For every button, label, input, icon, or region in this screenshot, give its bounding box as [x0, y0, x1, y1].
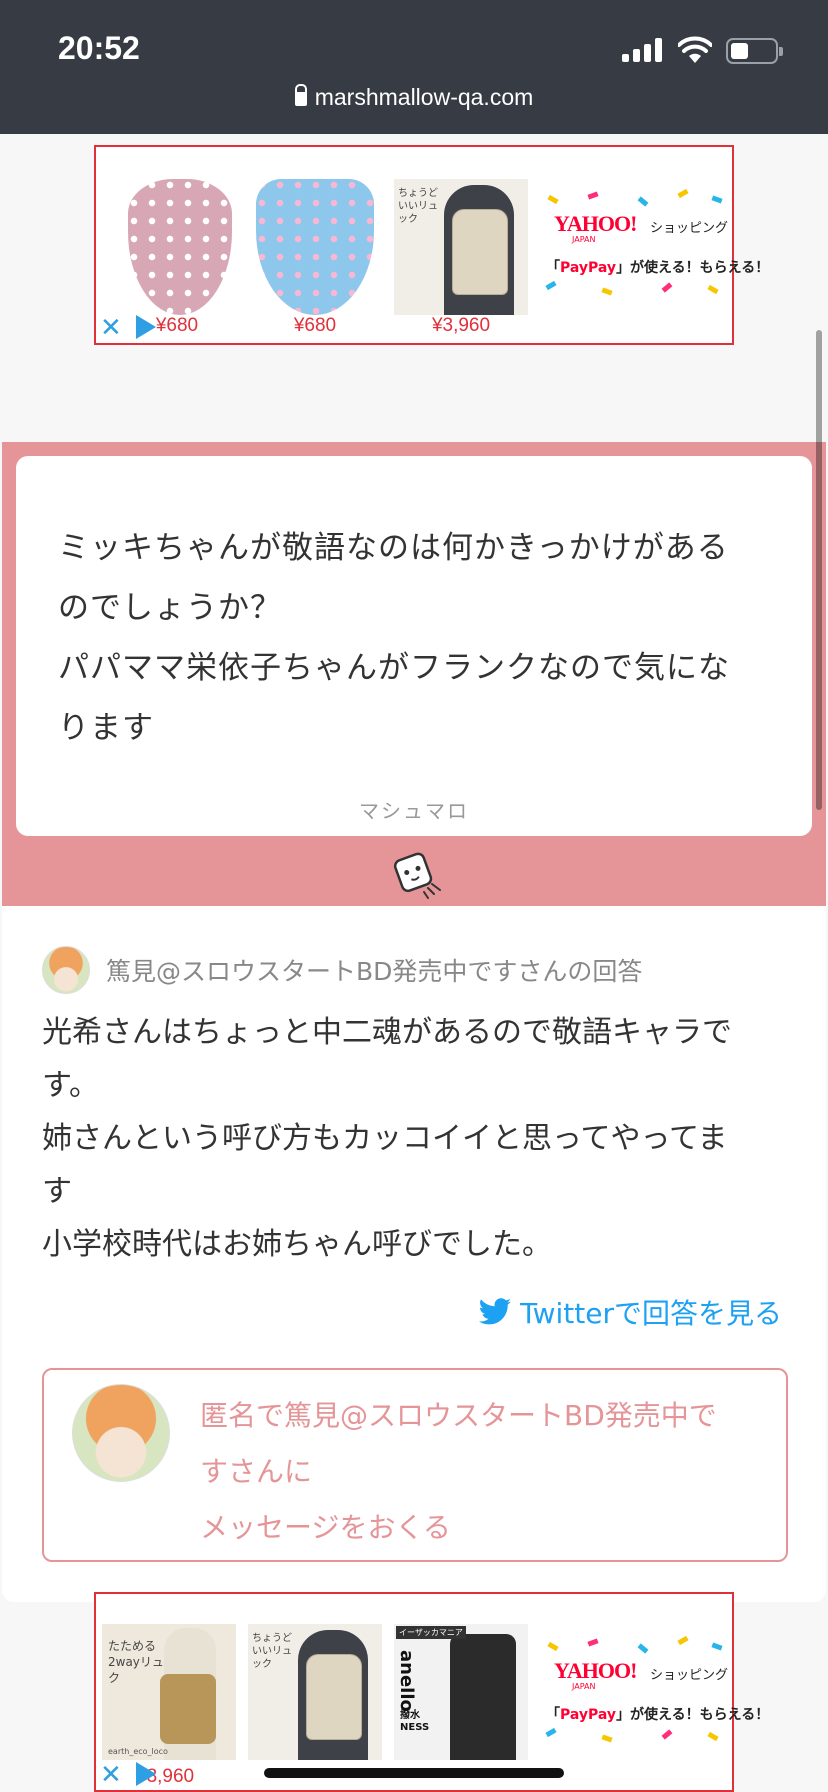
send-message-label: 匿名で篤見@スロウスタートBD発売中で すさんに メッセージをおくる — [200, 1399, 717, 1544]
status-icons — [622, 36, 792, 66]
ad-badge: イーザッカマニア — [396, 1626, 466, 1639]
status-time: 20:52 — [58, 30, 140, 66]
wifi-icon — [678, 36, 712, 63]
ad-brand: earth_eco_loco — [108, 1747, 168, 1756]
ad-product-backpack[interactable]: ちょうどいいリュック — [248, 1624, 382, 1760]
ad-product-anello-backpack[interactable]: anello 撥水 NESS イーザッカマニア — [394, 1624, 528, 1760]
question-section: ミッキちゃんが敬語なのは何かきっかけがある のでしょうか？ パパママ栄依子ちゃん… — [2, 442, 826, 906]
product-image: ちょうどいいリュック — [394, 179, 528, 315]
ad-tag: 撥水 NESS — [400, 1710, 430, 1733]
adchoices-play-icon[interactable] — [136, 1762, 156, 1786]
question-footer-brand: マシュマロ — [359, 799, 469, 823]
answer-text: 光希さんはちょっと中二魂があるので敬語キャラで す。 姉さんという呼び方もカッコ… — [42, 1015, 732, 1262]
lock-icon — [294, 84, 307, 106]
ad-banner-top[interactable]: ¥680 ¥680 ちょうどいいリュック ¥3,960 YAHOO! JAPAN — [94, 145, 769, 345]
page: 20:52 marshmallow-qa.com ¥680 ¥680 ちょうどい… — [0, 0, 828, 1792]
url-text: marshmallow-qa.com — [314, 84, 534, 110]
answer-card: 篤見@スロウスタートBD発売中ですさんの回答 光希さんはちょっと中二魂があるので… — [2, 906, 826, 1602]
ad-brand: anello — [396, 1650, 417, 1712]
yahoo-shopping-logo[interactable]: YAHOO! JAPAN ショッピング 「PayPay」が使える！もらえる！ — [542, 188, 769, 297]
yahoo-shopping-logo[interactable]: YAHOO! JAPAN ショッピング 「PayPay」が使える！もらえる！ — [542, 1635, 769, 1744]
marshmallow-mascot-icon — [393, 852, 441, 899]
ad-caption: ちょうどいいリュック — [398, 188, 438, 225]
twitter-link-label: Twitterで回答を見る — [520, 1297, 782, 1330]
ad-price: ¥680 — [293, 315, 337, 336]
ad-product-backpack[interactable]: ちょうどいいリュック — [394, 179, 528, 315]
avatar — [72, 1384, 170, 1482]
close-icon[interactable]: ✕ — [100, 315, 122, 341]
send-message-button[interactable]: 匿名で篤見@スロウスタートBD発売中で すさんに メッセージをおくる — [42, 1368, 788, 1562]
status-bar: 20:52 marshmallow-qa.com — [0, 0, 828, 134]
product-image — [256, 179, 374, 315]
twitter-answer-link[interactable]: Twitterで回答を見る — [478, 1292, 782, 1332]
question-text: ミッキちゃんが敬語なのは何かきっかけがある のでしょうか？ パパママ栄依子ちゃん… — [58, 530, 730, 746]
twitter-bird-icon — [478, 1298, 512, 1325]
ad-caption: ちょうどいいリュック — [252, 1633, 292, 1670]
ad-price: ¥3,960 — [431, 315, 491, 336]
paypay-text: 「PayPay」が使える！もらえる！ — [546, 1707, 770, 1723]
ad-price: ¥680 — [155, 315, 199, 336]
home-indicator[interactable] — [264, 1768, 564, 1778]
ad-banner-bottom[interactable]: たためる 2wayリュック earth_eco_loco ちょうどいいリュック … — [94, 1592, 769, 1792]
close-icon[interactable]: ✕ — [100, 1762, 122, 1788]
cellular-signal-icon — [622, 38, 664, 62]
url-bar[interactable]: marshmallow-qa.com — [0, 84, 828, 111]
paypay-text: 「PayPay」が使える！もらえる！ — [546, 260, 770, 276]
ad-product-heart-pad-pink[interactable] — [110, 179, 244, 315]
avatar[interactable] — [42, 946, 90, 994]
question-card: ミッキちゃんが敬語なのは何かきっかけがある のでしょうか？ パパママ栄依子ちゃん… — [16, 456, 812, 836]
ad-product-2way-backpack[interactable]: たためる 2wayリュック earth_eco_loco — [102, 1624, 236, 1760]
product-image — [128, 179, 232, 315]
battery-icon — [726, 38, 783, 64]
answer-header: 篤見@スロウスタートBD発売中ですさんの回答 — [106, 957, 643, 986]
scrollbar[interactable] — [816, 330, 822, 810]
ad-product-heart-pad-blue[interactable] — [248, 179, 382, 315]
adchoices-play-icon[interactable] — [136, 315, 156, 339]
